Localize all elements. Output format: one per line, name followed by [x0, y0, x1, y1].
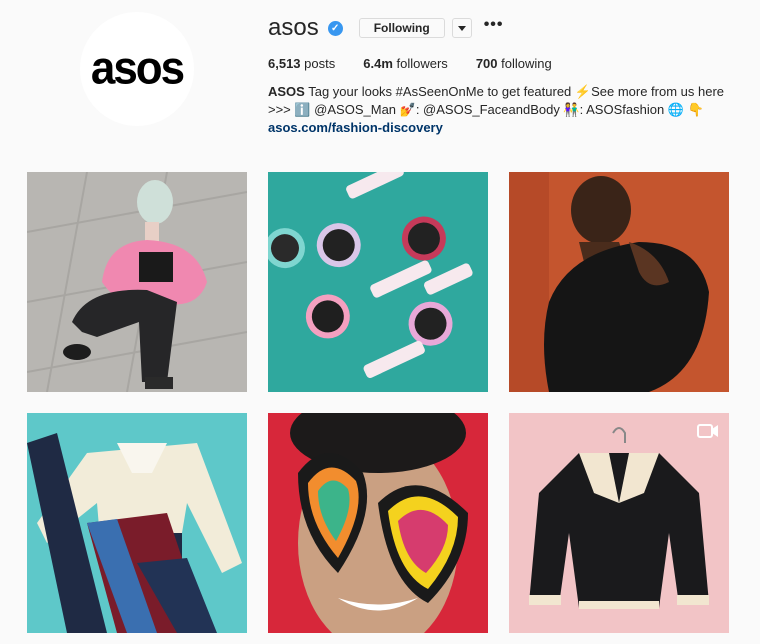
following-label: following	[501, 56, 552, 71]
posts-label: posts	[304, 56, 336, 71]
followers-stat[interactable]: 6.4m followers	[363, 56, 448, 71]
verified-check-icon: ✓	[327, 20, 343, 36]
following-button[interactable]: Following	[358, 18, 445, 38]
profile-bio: ASOS Tag your looks #AsSeenOnMe to get f…	[268, 83, 728, 137]
following-stat[interactable]: 700 following	[476, 56, 552, 71]
asos-logo: asos	[90, 42, 185, 95]
post-tile[interactable]	[27, 172, 247, 392]
following-count: 700	[475, 56, 498, 71]
post-tile[interactable]	[27, 413, 247, 633]
profile-full-name: ASOS	[268, 84, 305, 99]
followers-label: followers	[396, 56, 448, 71]
profile-website-link[interactable]: asos.com/fashion-discovery	[268, 119, 728, 137]
post-tile[interactable]	[268, 413, 488, 633]
posts-stat: 6,513 posts	[268, 56, 335, 71]
followers-count: 6.4m	[363, 56, 393, 71]
post-tile[interactable]	[509, 413, 729, 633]
follow-options-button[interactable]	[451, 18, 472, 38]
bio-line-1: ASOS Tag your looks #AsSeenOnMe to get f…	[268, 83, 728, 101]
more-options-icon[interactable]: •••	[484, 17, 504, 33]
profile-stats: 6,513 posts 6.4m followers 700 following	[268, 56, 748, 71]
post-tile[interactable]	[268, 172, 488, 392]
post-tile[interactable]	[509, 172, 729, 392]
profile-header: asos ✓ Following ••• 6,513 posts 6.4m fo…	[268, 14, 748, 137]
profile-username: asos	[268, 14, 319, 41]
video-camera-icon	[697, 423, 719, 439]
profile-title-row: asos ✓ Following •••	[268, 14, 748, 42]
posts-count: 6,513	[268, 56, 301, 71]
chevron-down-icon	[457, 25, 466, 31]
profile-avatar[interactable]: asos	[80, 12, 194, 126]
bio-text-2: >>> ℹ️ @ASOS_Man 💅: @ASOS_FaceandBody 👫:…	[268, 102, 704, 117]
bio-text-1: Tag your looks #AsSeenOnMe to get featur…	[308, 84, 725, 99]
